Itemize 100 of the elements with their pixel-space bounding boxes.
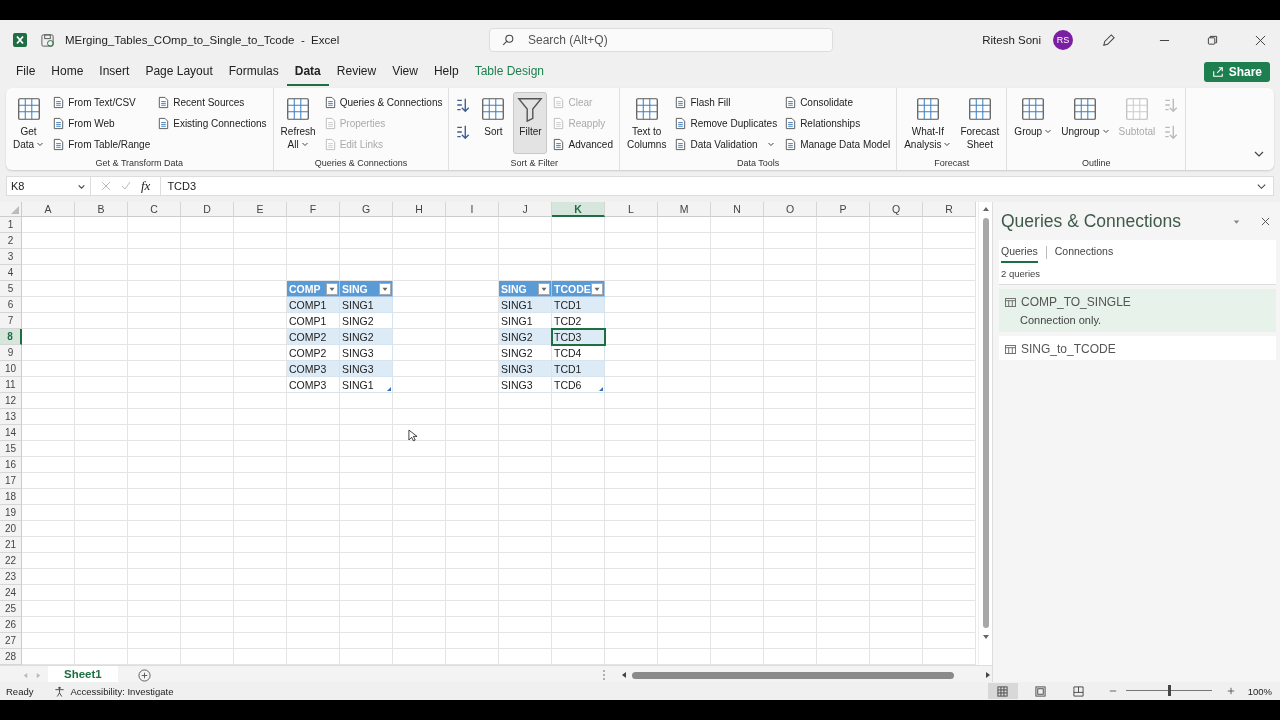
zoom-in-icon[interactable] [1226,687,1235,695]
ribbon-button[interactable]: Existing Connections [155,113,269,133]
table-cell[interactable]: SING2 [499,345,552,361]
column-header[interactable]: C [128,202,181,217]
table-cell[interactable]: COMP2 [287,329,340,345]
row-header[interactable]: 16 [0,457,22,473]
filter-dropdown-button[interactable] [538,282,550,295]
column-header[interactable]: F [287,202,340,217]
view-button[interactable] [987,683,1018,699]
column-header[interactable]: B [75,202,128,217]
row-header[interactable]: 23 [0,569,22,585]
table-cell[interactable]: SING1 [340,297,393,313]
ribbon-button[interactable]: Ungroup [1058,92,1113,154]
table-cell[interactable]: COMP1 [287,313,340,329]
row-header[interactable]: 24 [0,585,22,601]
ribbon-button[interactable]: Queries & Connections [321,92,445,112]
ribbon-button[interactable]: Text to Columns [623,92,670,154]
column-header[interactable]: E [234,202,287,217]
ribbon-button[interactable]: Recent Sources [155,92,269,112]
ribbon-button[interactable]: Flash Fill [672,92,780,112]
down-arrow-icon[interactable] [981,633,990,641]
ribbon-button[interactable]: Data Validation [672,134,780,154]
table-cell[interactable]: SING1 [499,297,552,313]
column-header[interactable]: K [552,202,605,217]
zoom-level[interactable]: 100% [1247,685,1272,697]
table-cell[interactable]: SING1 [340,377,393,393]
insert-function-button[interactable]: fx [141,178,151,194]
row-header[interactable]: 27 [0,633,22,649]
panel-tab[interactable]: Queries [1001,241,1038,263]
ribbon-button[interactable]: Filter [513,92,548,154]
query-item[interactable]: COMP_TO_SINGLE Connection only. [999,289,1276,332]
row-header[interactable]: 9 [0,345,22,361]
accessibility-status[interactable]: Accessibility: Investigate [70,685,174,697]
checkmark-icon[interactable] [121,181,131,191]
ribbon-button[interactable]: Get Data [10,92,48,154]
ribbon-button[interactable]: From Text/CSV [50,92,153,112]
formula-input[interactable]: TCD3 [160,177,1250,195]
row-header[interactable]: 7 [0,313,22,329]
column-header[interactable]: M [658,202,711,217]
ribbon-tab[interactable]: File [8,62,44,86]
row-header[interactable]: 12 [0,393,22,409]
column-header[interactable]: O [764,202,817,217]
autosave-icon[interactable] [40,32,55,48]
column-header[interactable]: A [22,202,75,217]
ribbon-tab[interactable]: Formulas [220,62,287,86]
column-header[interactable]: L [605,202,658,217]
row-header[interactable]: 11 [0,377,22,393]
filter-dropdown-button[interactable] [591,282,603,295]
filter-dropdown-button[interactable] [379,282,391,295]
share-button[interactable]: Share [1203,62,1270,82]
column-header[interactable]: Q [870,202,923,217]
right-arrow-icon[interactable] [984,671,992,679]
resize-handle-icon[interactable] [599,387,603,391]
ribbon-button[interactable]: Manage Data Model [782,134,893,154]
row-header[interactable]: 2 [0,233,22,249]
add-sheet-icon[interactable] [137,668,151,682]
column-header[interactable]: D [181,202,234,217]
row-header[interactable]: 22 [0,553,22,569]
row-header[interactable]: 17 [0,473,22,489]
left-arrow-icon[interactable] [620,671,628,679]
row-header[interactable]: 14 [0,425,22,441]
ribbon-button[interactable]: Sort [476,92,511,154]
ribbon-button[interactable]: What-If Analysis [901,92,955,154]
query-item[interactable]: SING_to_TCODE [999,336,1276,360]
ribbon-button[interactable]: From Table/Range [50,134,153,154]
row-header[interactable]: 6 [0,297,22,313]
row-header[interactable]: 3 [0,249,22,265]
column-header[interactable]: H [393,202,446,217]
column-header[interactable]: I [446,202,499,217]
row-header[interactable]: 20 [0,521,22,537]
ribbon-button[interactable]: From Web [50,113,153,133]
ribbon-tab[interactable]: Insert [91,62,138,86]
row-header[interactable]: 8 [0,329,22,345]
column-header[interactable]: G [340,202,393,217]
table-cell[interactable]: SING2 [340,329,393,345]
row-header[interactable]: 19 [0,505,22,521]
column-header[interactable]: P [817,202,870,217]
ribbon-button[interactable]: Forecast Sheet [957,92,1003,154]
panel-tab[interactable]: Connections [1054,241,1114,263]
table-cell[interactable]: SING3 [499,377,552,393]
column-header[interactable]: N [711,202,764,217]
row-header[interactable]: 26 [0,617,22,633]
filter-dropdown-button[interactable] [326,282,338,295]
table-cell[interactable]: SING2 [340,313,393,329]
resize-handle-icon[interactable] [387,387,391,391]
table-cell[interactable]: SING1 [499,313,552,329]
scrollbar-thumb[interactable] [982,218,989,628]
scrollbar-thumb[interactable] [632,671,954,679]
table-cell[interactable]: TCD2 [552,313,605,329]
table-cell[interactable]: COMP3 [287,377,340,393]
pen-icon[interactable] [1101,32,1116,48]
row-header[interactable]: 10 [0,361,22,377]
row-header[interactable]: 4 [0,265,22,281]
table-cell[interactable]: SING3 [340,345,393,361]
ribbon-tab[interactable]: Review [328,62,385,86]
row-header[interactable]: 1 [0,217,22,233]
ribbon-button[interactable]: Advanced [550,134,615,154]
ribbon-tab[interactable]: Table Design [466,62,552,86]
row-header[interactable]: 15 [0,441,22,457]
ribbon-tab[interactable]: Help [425,62,467,86]
